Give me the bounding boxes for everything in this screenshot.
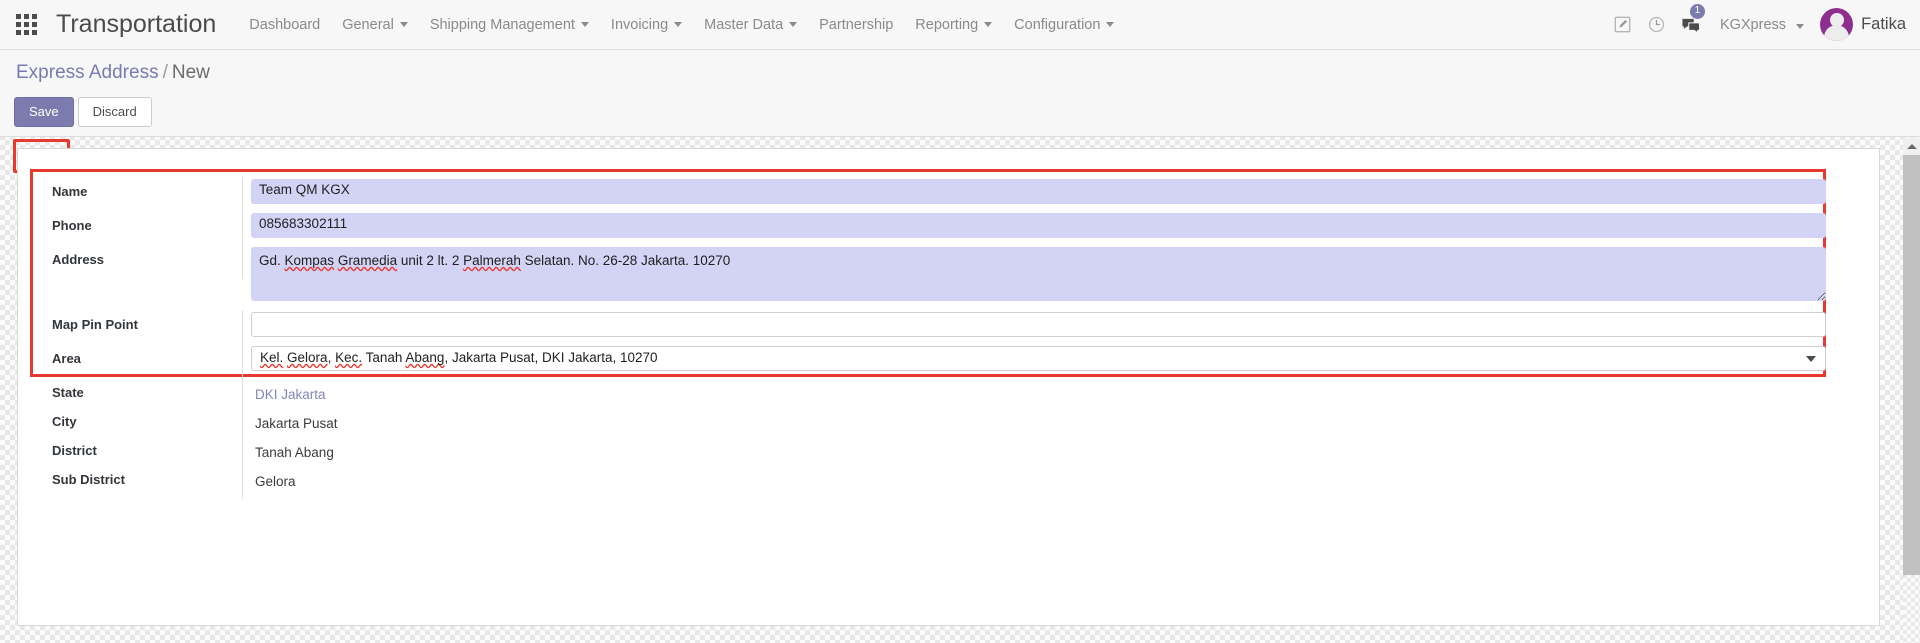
top-navbar: Transportation Dashboard General Shippin… [0, 0, 1920, 50]
state-value[interactable]: DKI Jakarta [251, 380, 1854, 409]
field-row-name: Name Team QM KGX [36, 177, 1854, 211]
message-count-badge: 1 [1689, 4, 1705, 19]
breadcrumb-current: New [171, 62, 210, 83]
district-value: Tanah Abang [255, 445, 334, 460]
save-button[interactable]: Save [14, 97, 74, 127]
menu-label: Master Data [704, 16, 784, 33]
control-panel: Express Address / New Save Discard [0, 50, 1920, 173]
menu-item-general[interactable]: General [331, 0, 419, 49]
menu-item-partnership[interactable]: Partnership [808, 0, 904, 49]
field-label-address: Address [36, 245, 243, 279]
menu-label: Configuration [1014, 16, 1101, 33]
menu-label: Invoicing [610, 16, 669, 33]
address-misspelled-3: Palmerah [463, 253, 521, 268]
menu-item-reporting[interactable]: Reporting [904, 0, 1003, 49]
area-misspelled-3: Kec. [335, 350, 363, 365]
menu-label: Reporting [915, 16, 979, 33]
apps-grid-icon[interactable] [14, 13, 38, 37]
city-value: Jakarta Pusat [255, 416, 338, 431]
field-row-state: State DKI Jakarta [36, 378, 1854, 412]
area-misspelled-4: Abang [405, 350, 445, 365]
area-misspelled-2: Gelora [287, 350, 328, 365]
vertical-scrollbar[interactable] [1903, 138, 1920, 643]
phone-input[interactable]: 085683302111 [251, 213, 1826, 238]
company-label: KGXpress [1719, 16, 1787, 33]
address-textarea[interactable]: Gd. Kompas Gramedia unit 2 lt. 2 Palmera… [251, 247, 1826, 301]
field-label-name: Name [36, 177, 243, 211]
chevron-down-icon [399, 22, 408, 27]
scrollbar-thumb[interactable] [1903, 155, 1920, 575]
area-misspelled-1: Kel. [260, 350, 284, 365]
discard-button[interactable]: Discard [77, 97, 152, 127]
menu-label: Dashboard [249, 16, 321, 33]
company-switcher[interactable]: KGXpress [1708, 17, 1810, 33]
field-row-map-pin-point: Map Pin Point [36, 310, 1854, 344]
menu-item-configuration[interactable]: Configuration [1003, 0, 1125, 49]
field-label-sub-district: Sub District [36, 465, 243, 499]
breadcrumb: Express Address / New [16, 62, 210, 84]
main-menu: Dashboard General Shipping Management In… [238, 0, 1125, 49]
sub-district-value: Gelora [255, 474, 296, 489]
chevron-down-icon [1796, 23, 1805, 29]
address-misspelled-1: Kompas [284, 253, 335, 268]
field-row-city: City Jakarta Pusat [36, 407, 1854, 441]
scroll-up-arrow-icon[interactable] [1903, 138, 1920, 155]
edit-pencil-square-icon[interactable] [1606, 0, 1640, 49]
form-action-buttons: Save Discard [14, 97, 152, 127]
menu-item-master-data[interactable]: Master Data [693, 0, 808, 49]
user-menu[interactable]: Fatika [1861, 15, 1906, 34]
menu-item-shipping-management[interactable]: Shipping Management [419, 0, 600, 49]
map-pin-point-input[interactable] [251, 312, 1826, 337]
breadcrumb-separator: / [162, 62, 168, 83]
breadcrumb-root[interactable]: Express Address [16, 62, 159, 83]
menu-label: Partnership [819, 16, 894, 33]
avatar[interactable] [1820, 8, 1854, 41]
field-label-map-pin-point: Map Pin Point [36, 310, 243, 344]
menu-item-invoicing[interactable]: Invoicing [600, 0, 693, 49]
express-address-form: Name Team QM KGX Phone 085683302111 Addr… [36, 177, 1854, 499]
field-label-phone: Phone [36, 211, 243, 245]
form-sheet: Name Team QM KGX Phone 085683302111 Addr… [17, 148, 1880, 626]
field-row-area: Area Kel. Gelora, Kec. Tanah Abang, Jaka… [36, 344, 1854, 378]
chevron-down-icon [674, 22, 683, 27]
chevron-down-icon [1106, 22, 1115, 27]
avatar-body [1824, 25, 1850, 41]
chevron-down-icon [789, 22, 798, 27]
field-row-address: Address Gd. Kompas Gramedia unit 2 lt. 2… [36, 245, 1854, 310]
menu-item-dashboard[interactable]: Dashboard [238, 0, 331, 49]
address-text-prefix: Gd. [259, 253, 285, 268]
menu-label: General [342, 16, 394, 33]
address-misspelled-2: Gramedia [337, 253, 398, 268]
name-input[interactable]: Team QM KGX [251, 179, 1826, 204]
clock-icon[interactable] [1640, 0, 1674, 49]
field-row-sub-district: Sub District Gelora [36, 465, 1854, 499]
menu-label: Shipping Management [429, 16, 575, 33]
app-brand-title[interactable]: Transportation [56, 10, 216, 39]
navbar-right-section: 1 KGXpress Fatika [1606, 0, 1920, 49]
area-select-input[interactable]: Kel. Gelora, Kec. Tanah Abang, Jakarta P… [251, 346, 1826, 371]
field-row-phone: Phone 085683302111 [36, 211, 1854, 245]
form-sheet-area: Name Team QM KGX Phone 085683302111 Addr… [0, 138, 1920, 643]
field-label-area: Area [36, 344, 243, 378]
chevron-down-icon [580, 22, 589, 27]
chat-bubbles-icon[interactable]: 1 [1674, 0, 1708, 49]
field-row-district: District Tanah Abang [36, 436, 1854, 470]
chevron-down-icon [984, 22, 993, 27]
